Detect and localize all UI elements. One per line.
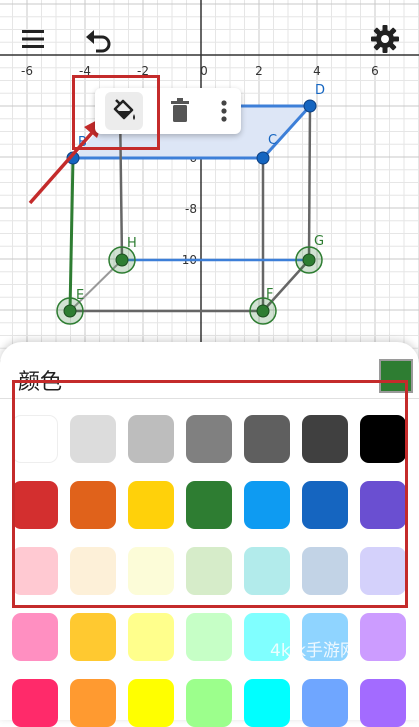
point-label-E: E bbox=[76, 288, 84, 303]
point-D bbox=[303, 99, 317, 113]
color-swatch[interactable] bbox=[70, 613, 116, 661]
point-label-H: H bbox=[127, 236, 137, 251]
point-C bbox=[256, 151, 270, 165]
color-swatch[interactable] bbox=[186, 613, 232, 661]
point-label-D: D bbox=[315, 83, 325, 98]
x-tick-label: 6 bbox=[371, 64, 379, 78]
point-label-F: F bbox=[266, 287, 273, 302]
trash-icon bbox=[171, 98, 189, 122]
undo-button[interactable] bbox=[82, 24, 114, 54]
color-swatch[interactable] bbox=[12, 613, 58, 661]
delete-button[interactable] bbox=[163, 94, 197, 128]
gear-icon bbox=[371, 25, 399, 53]
highlight-box bbox=[72, 75, 160, 150]
settings-button[interactable] bbox=[368, 22, 402, 56]
point-F bbox=[256, 304, 270, 318]
y-tick-label: -8 bbox=[185, 202, 197, 216]
point-label-C: C bbox=[268, 133, 277, 148]
x-tick-label: -6 bbox=[21, 64, 33, 78]
color-swatch[interactable] bbox=[360, 613, 406, 661]
more-options-button[interactable] bbox=[211, 94, 237, 128]
point-G bbox=[302, 253, 316, 267]
point-label-G: G bbox=[314, 234, 324, 249]
undo-icon bbox=[86, 30, 111, 53]
watermark: 4k k手游网 bbox=[270, 641, 357, 661]
color-swatch[interactable] bbox=[128, 613, 174, 661]
edge bbox=[307, 105, 312, 261]
highlight-box bbox=[12, 380, 408, 608]
menu-icon bbox=[22, 30, 44, 48]
menu-button[interactable] bbox=[18, 24, 48, 54]
point-H bbox=[115, 253, 129, 267]
x-tick-label: 2 bbox=[255, 64, 263, 78]
point-E bbox=[63, 304, 77, 318]
x-tick-label: 0 bbox=[200, 64, 208, 78]
more-vertical-icon bbox=[221, 100, 227, 122]
x-tick-label: 4 bbox=[313, 64, 321, 78]
